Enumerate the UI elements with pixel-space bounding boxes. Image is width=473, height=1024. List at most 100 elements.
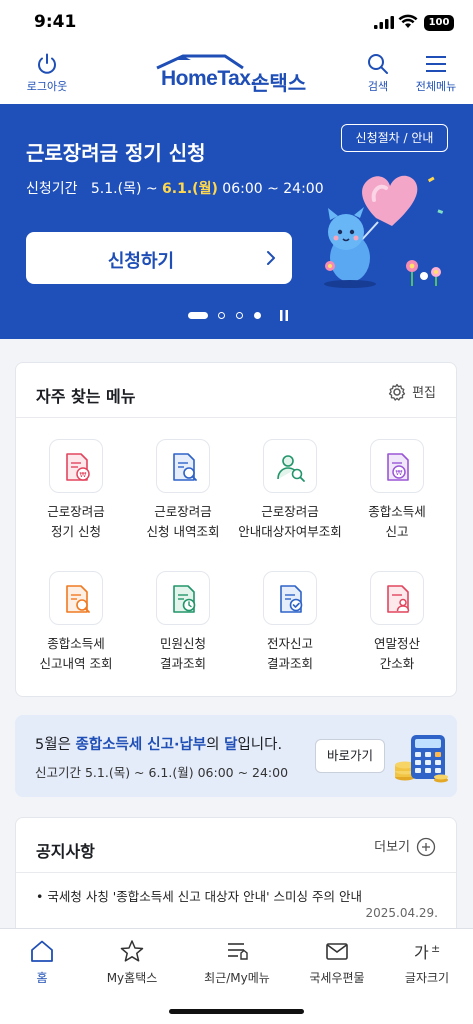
gear-icon: [388, 383, 406, 401]
quick-item-icon-box: [370, 571, 424, 625]
carousel-dot[interactable]: [236, 312, 243, 319]
nav-my-hometax[interactable]: My홈택스: [85, 939, 179, 986]
quick-menu-title: 자주 찾는 메뉴: [36, 387, 136, 406]
apply-button-label: 신청하기: [107, 251, 175, 272]
period-time: 06:00 ~ 24:00: [217, 181, 324, 197]
svg-text:±: ±: [431, 942, 440, 955]
quick-item-eitc-eligibility[interactable]: 근로장려금 안내대상자여부조회: [235, 439, 345, 542]
quick-item-eitc-history[interactable]: 근로장려금 신청 내역조회: [128, 439, 238, 542]
logout-button[interactable]: 로그아웃: [18, 52, 76, 94]
quick-item-icon-box: ₩: [49, 439, 103, 493]
quick-item-icon-box: ₩: [370, 439, 424, 493]
quick-item-label-line1: 종합소득세: [368, 504, 426, 519]
quick-item-label: 종합소득세 신고내역 조회: [21, 634, 131, 674]
quick-item-eitc-apply[interactable]: ₩ 근로장려금 정기 신청: [21, 439, 131, 542]
quick-item-icon-box: [263, 439, 317, 493]
carousel-dot[interactable]: [218, 312, 225, 319]
won-document-icon: ₩: [387, 453, 409, 481]
nav-recent-my-menu[interactable]: 최근/My메뉴: [190, 939, 284, 986]
more-button[interactable]: 더보기: [374, 836, 436, 857]
quick-item-label-line2: 정기 신청: [51, 524, 101, 539]
power-icon: [38, 53, 56, 74]
income-tax-info-banner: 5월은 종합소득세 신고·납부의 달입니다. 신고기간 5.1.(목) ~ 6.…: [15, 715, 457, 797]
quick-item-label: 근로장려금 정기 신청: [21, 502, 131, 542]
font-size-icon: 가 ±: [414, 942, 440, 962]
quick-item-income-tax-report[interactable]: ₩ 종합소득세 신고: [342, 439, 452, 542]
document-search-icon: [173, 453, 197, 481]
home-indicator: [169, 1009, 304, 1014]
quick-item-label-line1: 근로장려금: [47, 504, 105, 519]
bottom-navigation: 홈 My홈택스 최근/My메뉴 국세우편물 가 ± 글자크기: [0, 928, 473, 1024]
info-highlight: 종합소득세 신고·납부: [75, 737, 207, 753]
quick-item-icon-box: [49, 571, 103, 625]
notice-item[interactable]: • 국세청 사칭 '종합소득세 신고 대상자 안내' 스미싱 주의 안내: [36, 886, 362, 905]
info-suffix: 입니다.: [237, 737, 283, 753]
quick-item-label: 연말정산 간소화: [342, 634, 452, 674]
info-banner-period: 신고기간 5.1.(목) ~ 6.1.(월) 06:00 ~ 24:00: [35, 765, 289, 780]
document-check-icon: [280, 585, 303, 613]
search-button[interactable]: 검색: [360, 52, 396, 94]
svg-text:₩: ₩: [396, 469, 403, 477]
svg-text:₩: ₩: [80, 471, 87, 479]
nav-home-label: 홈: [36, 971, 48, 985]
quick-item-label-line2: 신고: [385, 524, 409, 539]
plus-circle-icon: [416, 837, 436, 857]
quick-item-label: 종합소득세 신고: [342, 502, 452, 542]
nav-font-size-label: 글자크기: [404, 971, 450, 985]
nav-font-size[interactable]: 가 ± 글자크기: [380, 939, 473, 986]
quick-item-label-line1: 근로장려금: [154, 504, 212, 519]
quick-item-label-line2: 결과조회: [159, 656, 206, 671]
signal-icon: [374, 16, 394, 29]
quick-item-label-line2: 안내대상자여부조회: [238, 524, 342, 539]
quick-item-label-line1: 민원신청: [159, 636, 206, 651]
quick-item-label: 민원신청 결과조회: [128, 634, 238, 674]
info-prefix: 5월은: [35, 737, 76, 753]
document-search-icon: [66, 585, 90, 613]
period-label: 신청기간: [26, 181, 78, 197]
nav-tax-mail[interactable]: 국세우편물: [290, 939, 384, 986]
carousel-indicator[interactable]: [188, 308, 298, 322]
document-person-icon: [387, 585, 410, 613]
edit-button[interactable]: 편집: [388, 382, 436, 401]
full-menu-label: 전체메뉴: [415, 80, 457, 93]
quick-item-label-line2: 신청 내역조회: [146, 524, 220, 539]
quick-item-civil-result[interactable]: 민원신청 결과조회: [128, 571, 238, 674]
status-time: 9:41: [34, 12, 77, 32]
notice-date: 2025.04.29.: [365, 906, 438, 920]
apply-button[interactable]: 신청하기: [26, 232, 292, 284]
quick-item-icon-box: [156, 571, 210, 625]
logo-text: HomeTax.: [161, 67, 256, 90]
logout-label: 로그아웃: [26, 80, 68, 93]
banner-title: 근로장려금 정기 신청: [26, 141, 206, 165]
quick-item-label-line1: 근로장려금: [261, 504, 319, 519]
period-end: 6.1.(월): [162, 181, 218, 197]
full-menu-button[interactable]: 전체메뉴: [410, 52, 462, 94]
quick-item-e-filing-result[interactable]: 전자신고 결과조회: [235, 571, 345, 674]
quick-item-label-line1: 종합소득세: [47, 636, 105, 651]
quick-item-label: 근로장려금 신청 내역조회: [128, 502, 238, 542]
person-search-icon: [277, 455, 305, 482]
pause-icon[interactable]: [280, 310, 288, 321]
battery-indicator: 100: [424, 15, 454, 31]
info-banner-title: 5월은 종합소득세 신고·납부의 달입니다.: [35, 733, 282, 754]
edit-label: 편집: [412, 386, 436, 401]
won-document-icon: ₩: [66, 453, 90, 481]
nav-home[interactable]: 홈: [0, 939, 89, 986]
search-label: 검색: [367, 80, 389, 93]
nav-tax-mail-label: 국세우편물: [309, 971, 365, 985]
carousel-dot-active[interactable]: [188, 312, 208, 319]
logo-subtext: 손택스: [251, 71, 307, 95]
quick-item-year-end-settlement[interactable]: 연말정산 간소화: [342, 571, 452, 674]
list-icon: [228, 943, 248, 960]
quick-item-income-tax-history[interactable]: 종합소득세 신고내역 조회: [21, 571, 131, 674]
procedure-guide-button[interactable]: 신청절차 / 안내: [341, 124, 448, 152]
home-icon: [31, 940, 53, 962]
promo-banner[interactable]: 근로장려금 정기 신청 신청기간 5.1.(목) ~ 6.1.(월) 06:00…: [0, 104, 473, 339]
quick-item-label-line2: 신고내역 조회: [39, 656, 113, 671]
go-button[interactable]: 바로가기: [315, 739, 385, 773]
carousel-dot[interactable]: [254, 312, 261, 319]
period-start: 5.1.(목) ~: [90, 181, 163, 197]
hamburger-icon: [426, 56, 446, 72]
quick-item-label-line1: 전자신고: [266, 636, 313, 651]
quick-item-label-line2: 간소화: [379, 656, 415, 671]
